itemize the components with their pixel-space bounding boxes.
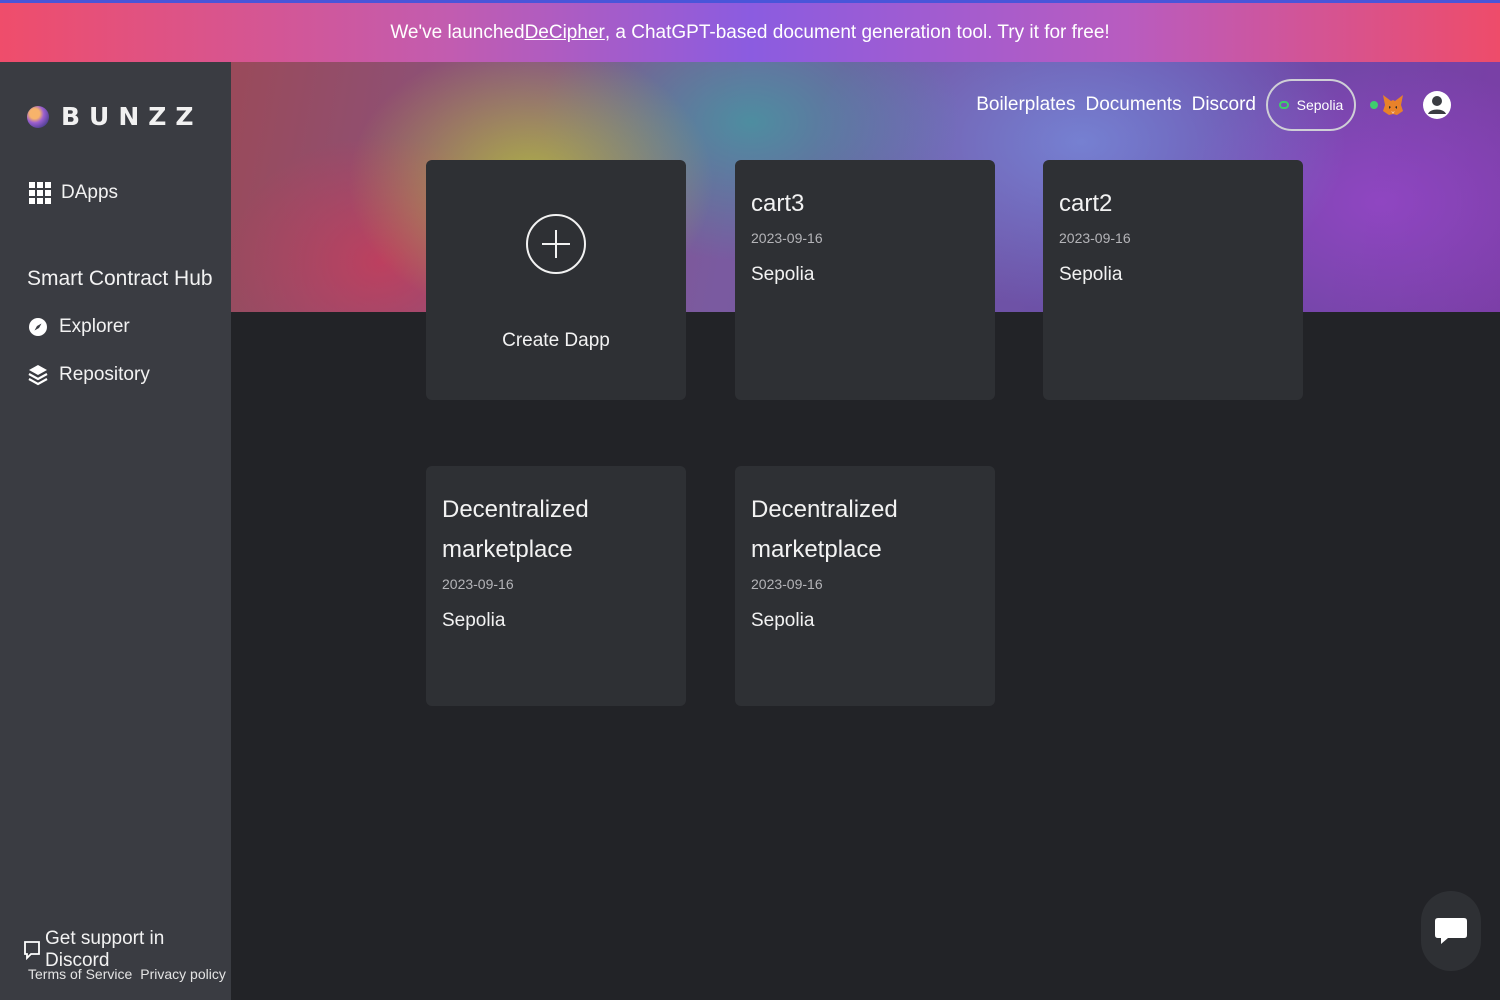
sidebar-item-label: DApps — [61, 182, 119, 203]
chat-bubble-icon — [23, 940, 41, 961]
privacy-link[interactable]: Privacy policy — [140, 966, 226, 982]
plus-circle-icon — [526, 214, 586, 274]
terms-link[interactable]: Terms of Service — [28, 966, 132, 982]
dapp-card[interactable]: Decentralized marketplace 2023-09-16 Sep… — [735, 466, 995, 706]
bunzz-logo[interactable]: BUNZZ — [27, 102, 203, 131]
layers-icon — [27, 364, 49, 386]
dapp-title: Decentralized marketplace — [442, 496, 589, 563]
top-navigation: Boilerplates Documents Discord Sepolia — [976, 78, 1452, 132]
network-selector-button[interactable]: Sepolia — [1266, 79, 1356, 131]
dapp-title: cart2 — [1059, 190, 1113, 217]
sidebar-item-repository[interactable]: Repository — [27, 364, 150, 386]
discord-link[interactable]: Discord — [1192, 94, 1256, 116]
dapp-date: 2023-09-16 — [751, 230, 823, 246]
dapp-title: cart3 — [751, 190, 805, 217]
wallet-connected-icon — [1370, 101, 1378, 109]
legal-links: Terms of Service Privacy policy — [28, 966, 226, 982]
sidebar-item-label: Explorer — [59, 316, 130, 337]
banner-text-after: , a ChatGPT-based document generation to… — [604, 21, 1110, 43]
dapp-network: Sepolia — [442, 610, 506, 631]
sidebar-item-dapps[interactable]: DApps — [29, 182, 118, 204]
logo-mark-icon — [27, 105, 49, 128]
account-icon[interactable] — [1422, 90, 1452, 120]
logo-text: BUNZZ — [61, 102, 203, 131]
network-status-icon — [1278, 101, 1289, 109]
compass-icon — [27, 316, 49, 338]
sidebar-item-explorer[interactable]: Explorer — [27, 316, 130, 338]
documents-link[interactable]: Documents — [1085, 94, 1181, 116]
sidebar-item-label: Repository — [59, 364, 150, 385]
network-label: Sepolia — [1296, 97, 1344, 113]
wallet-button[interactable] — [1370, 92, 1406, 118]
create-dapp-label: Create Dapp — [502, 330, 610, 351]
dapp-card[interactable]: cart2 2023-09-16 Sepolia — [1043, 160, 1303, 400]
dapp-date: 2023-09-16 — [751, 576, 823, 592]
dapp-card[interactable]: cart3 2023-09-16 Sepolia — [735, 160, 995, 400]
dapp-title: Decentralized marketplace — [751, 496, 898, 563]
dapp-date: 2023-09-16 — [442, 576, 514, 592]
dapp-card[interactable]: Decentralized marketplace 2023-09-16 Sep… — [426, 466, 686, 706]
dapp-date: 2023-09-16 — [1059, 230, 1131, 246]
smart-contract-hub-heading: Smart Contract Hub — [27, 267, 213, 290]
grid-icon — [29, 182, 51, 204]
decipher-link[interactable]: DeCipher — [525, 22, 605, 44]
chat-icon — [1435, 918, 1467, 944]
banner-text-before: We've launched — [390, 21, 525, 43]
dapp-network: Sepolia — [751, 264, 815, 285]
dapp-network: Sepolia — [751, 610, 815, 631]
create-dapp-card[interactable]: Create Dapp — [426, 160, 686, 400]
dapp-network: Sepolia — [1059, 264, 1123, 285]
metamask-fox-icon — [1383, 95, 1403, 115]
support-chat-button[interactable] — [1421, 891, 1481, 971]
boilerplates-link[interactable]: Boilerplates — [976, 94, 1075, 116]
announcement-banner: We've launched DeCipher , a ChatGPT-base… — [0, 0, 1500, 62]
sidebar: BUNZZ DApps Smart Contract Hub Explorer … — [0, 62, 231, 1000]
